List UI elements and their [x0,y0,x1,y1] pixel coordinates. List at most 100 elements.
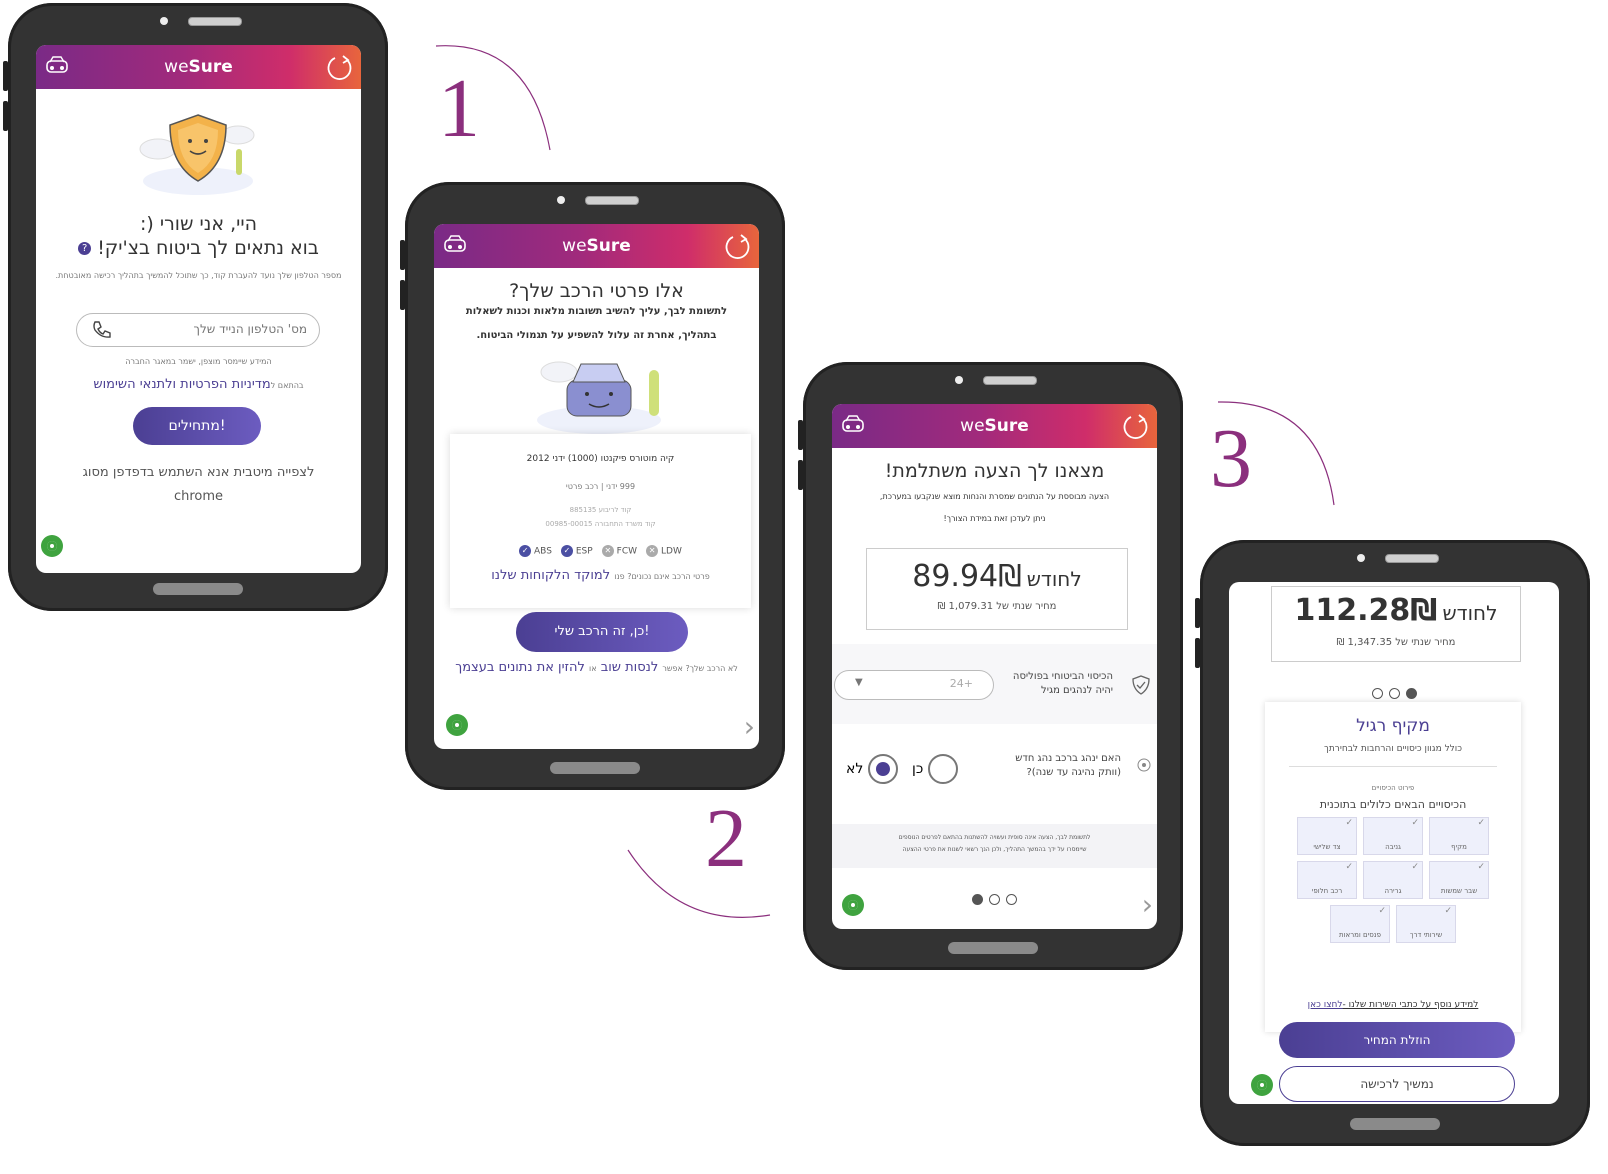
annual-price: מחיר שנתי של 1,079.31 ₪ [937,601,1057,612]
coverage-label: הכיסוי הביטוחי בפוליסה יהיה לנהגים מגיל [1012,671,1113,696]
coverage-tile[interactable]: רכב חלופי [1297,861,1357,899]
step-number-2: 2 [705,792,747,885]
divider [1289,766,1497,767]
screen2-note-1: לתשומת לבך, עליך להשיב תשובות מלאות וכנו… [465,306,728,317]
screen1-title-row: בוא נתאים לך ביטוח בצ'יק! ? [36,237,361,259]
wesure-logo: weSure [164,57,233,77]
carousel-dot[interactable] [1405,688,1417,699]
phone-icon [93,321,111,338]
refresh-icon[interactable] [325,53,355,83]
intro-text: מספר הטלפון שלך נועד להעברת קוד, כך שתוכ… [55,271,342,280]
no-radio[interactable] [867,754,898,784]
feature-abs: ✓ ABS [519,544,552,557]
shield-mascot-illustration [139,114,255,195]
wesure-logo: weSure [562,236,631,256]
footnote-1: לתשומת לבך, הצעה אינה סופית ועשויה להשתנ… [898,834,1091,841]
customer-service-link[interactable]: למוקד הלקוחות שלנו [491,568,610,583]
refresh-icon[interactable] [723,232,753,262]
car-model: קיה מוטורס פיקנטו (1000) ידני 2012 [526,454,675,464]
feature-fcw: ✕ FCW [601,544,637,557]
coverage-tile[interactable]: גניבה [1363,817,1423,855]
footnote-2: שיימסרו על ידך בהמשך התהליך, ולכן הנך רש… [902,846,1087,853]
price-row: לחודש 112.28₪ [1272,593,1520,628]
question-icon[interactable]: ? [78,242,92,255]
per-month: לחודש [1026,567,1082,591]
try-again-link[interactable]: לנסות שוב [601,660,659,675]
info-prefix: למידע נוסף על כתבי השירות שלנו - [1342,1000,1479,1010]
step-number-1: 1 [438,62,480,155]
or-text: או [589,664,597,673]
continue-label: נמשיך לרכישה [1360,1077,1434,1091]
new-driver-row: לא כן האם ינהג ברכב נהג חדש (וותק נהיגה ע… [832,734,1157,814]
screen2-title: אלו פרטי הרכב שלך? [509,280,684,302]
chevron-down-icon: ▼ [855,677,863,688]
footnote-box: לתשומת לבך, הצעה אינה סופית ועשויה להשתנ… [832,824,1157,868]
start-button[interactable]: מתחילים! [133,407,261,445]
click-here-link[interactable]: לחצו כאן [1308,1000,1343,1010]
screen-plan: לחודש 112.28₪ מחיר שנתי של 1,347.35 ₪ מק… [1229,582,1559,1104]
monthly-price: 89.94₪ [912,559,1022,594]
phone-frame-3: weSure מצאנו לך הצעה משתלמת! הצעה מבוססת… [798,362,1183,970]
coverage-tile[interactable]: שבר שמשות [1429,861,1489,899]
offer-desc-1: הצעה מבוססת על הנתונים שמסרת והנחות מוצא… [879,492,1110,501]
annual-price: מחיר שנתי של 1,347.35 ₪ [1336,637,1456,648]
no-option[interactable]: לא [846,754,898,784]
whatsapp-icon[interactable] [1251,1074,1273,1096]
yes-radio[interactable] [927,754,958,784]
check-icon: ✓ [561,544,573,557]
new-driver-label: האם ינהג ברכב נהג חדש (וותק נהיגה עד שנה)… [1015,753,1121,778]
plan-subtitle: כולל מגוון כיסויים והרחבות לבחירתך [1323,744,1463,754]
features-row: ✓ ABS ✓ ESP ✕ FCW ✕ LDW [450,538,751,557]
monthly-price: 112.28₪ [1294,593,1438,628]
whatsapp-icon[interactable] [41,535,63,557]
plan-title: מקיף רגיל [1356,716,1430,736]
whatsapp-icon[interactable] [842,894,864,916]
app-header: weSure [36,45,361,89]
car-info-card: קיה מוטורס פיקנטו (1000) ידני 2012 999 י… [450,434,751,608]
browser-note: לצפייה מיטבית אנא השתמש בדפדפן מסוג chro… [82,465,315,504]
coverage-tile[interactable]: צד שלישי [1297,817,1357,855]
continue-button[interactable]: נמשיך לרכישה [1279,1066,1515,1102]
ministry-code: קוד משרד התחבורה 00985-00015 [545,520,656,528]
chevron-right-icon[interactable]: › [1142,888,1153,921]
refresh-icon[interactable] [1121,412,1151,442]
carousel-dot[interactable] [1388,688,1400,699]
greeting-text: היי, אני שורי (: [139,213,258,235]
lower-price-label: הוזלת המחיר [1363,1033,1431,1047]
coverage-tile[interactable]: מקיף [1429,817,1489,855]
confirm-car-button[interactable]: כן, זה הרכב שלי! [516,612,688,652]
phone-frame-2: weSure אלו פרטי הרכב שלך? לתשומת לבך, על… [400,182,785,790]
phone-field[interactable] [117,321,309,337]
lower-price-button[interactable]: הוזלת המחיר [1279,1022,1515,1058]
privacy-note: המידע שיימסר מוצפן, ישמר במאגר החברה [125,357,272,366]
coverage-tile[interactable]: גרירה [1363,861,1423,899]
wrong-details-row: פרטי הרכב אינם נכונים? פנו למוקד הלקוחות… [450,568,751,583]
carousel-dot[interactable] [972,894,983,905]
yes-option[interactable]: כן [912,754,958,784]
not-my-car-prefix: לא הרכב שלך? אפשר [662,664,738,673]
terms-link[interactable]: מדיניות הפרטיות ולתנאי השימוש [93,377,270,392]
age-select[interactable]: ▼ 24+ [834,670,994,700]
phone-input[interactable] [76,313,320,347]
chevron-right-icon[interactable]: › [744,710,755,743]
coverage-tile[interactable]: פנסים ומראות [1330,905,1390,943]
start-button-label: מתחילים! [168,418,226,434]
coverage-tile[interactable]: שירותי דרך [1396,905,1456,943]
coverage-tiles: צד שלישיגניבהמקיף רכב חלופיגרירהשבר שמשו… [1289,814,1497,946]
age-value: 24+ [949,677,973,690]
driver-icon [1137,758,1151,772]
carousel-dots[interactable] [1229,684,1559,703]
app-header: weSure [434,224,759,268]
terms-prefix: בהתאם ל [270,381,304,390]
wesure-logo: weSure [960,416,1029,436]
whatsapp-icon[interactable] [446,714,468,736]
carousel-dot[interactable] [1371,688,1383,699]
screen-car-details: weSure אלו פרטי הרכב שלך? לתשומת לבך, על… [434,224,759,749]
plan-card: מקיף רגיל כולל מגוון כיסויים והרחבות לבח… [1265,702,1521,1032]
carousel-dot[interactable] [989,894,1000,905]
manual-entry-link[interactable]: להזין את נתונים בעצמך [455,660,585,675]
screen1-title: בוא נתאים לך ביטוח בצ'יק! [97,237,319,259]
screen-offer: weSure מצאנו לך הצעה משתלמת! הצעה מבוססת… [832,404,1157,929]
carousel-dots[interactable] [832,890,1157,909]
carousel-dot[interactable] [1006,894,1017,905]
